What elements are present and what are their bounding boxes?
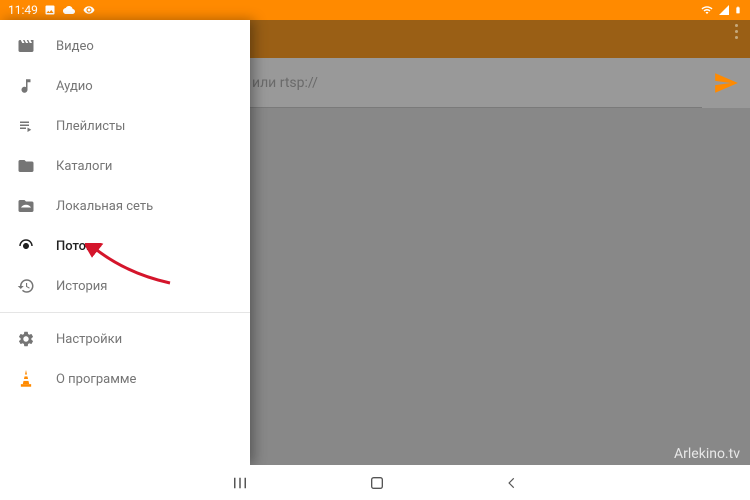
back-icon <box>505 474 519 492</box>
folder-icon <box>16 157 36 175</box>
stream-icon <box>16 237 36 255</box>
drawer-item-playlists[interactable]: Плейлисты <box>0 106 250 146</box>
settings-icon <box>16 330 36 348</box>
back-button[interactable] <box>505 474 519 492</box>
drawer-item-label: Плейлисты <box>56 119 125 134</box>
status-time: 11:49 <box>8 3 38 17</box>
drawer-item-video[interactable]: Видео <box>0 26 250 66</box>
vlc-cone-icon <box>16 370 36 388</box>
navigation-drawer: Видео Аудио Плейлисты Каталоги <box>0 20 250 465</box>
home-icon <box>369 475 385 491</box>
battery-icon <box>734 3 742 17</box>
cloud-icon <box>62 4 76 16</box>
drawer-item-history[interactable]: История <box>0 266 250 306</box>
home-button[interactable] <box>369 475 385 491</box>
drawer-item-audio[interactable]: Аудио <box>0 66 250 106</box>
history-icon <box>16 277 36 295</box>
drawer-item-label: О программе <box>56 372 136 387</box>
drawer-item-label: Локальная сеть <box>56 199 153 214</box>
drawer-item-about[interactable]: О программе <box>0 359 250 399</box>
overflow-menu-button[interactable] <box>735 24 738 39</box>
drawer-divider <box>0 312 250 313</box>
wifi-icon <box>700 4 714 16</box>
playlist-icon <box>16 117 36 135</box>
drawer-item-label: Каталоги <box>56 159 112 174</box>
music-icon <box>16 77 36 95</box>
play-stream-button[interactable] <box>702 59 750 107</box>
drawer-item-settings[interactable]: Настройки <box>0 319 250 359</box>
drawer-item-label: Видео <box>56 39 94 54</box>
drawer-item-local-network[interactable]: Локальная сеть <box>0 186 250 226</box>
drawer-item-label: История <box>56 279 107 294</box>
drawer-item-label: Поток <box>56 239 93 254</box>
status-bar: 11:49 <box>0 0 750 20</box>
stream-placeholder: или rtsp:// <box>252 75 318 91</box>
eye-icon <box>82 4 96 16</box>
drawer-item-directories[interactable]: Каталоги <box>0 146 250 186</box>
drawer-item-stream[interactable]: Поток <box>0 226 250 266</box>
watermark: Arlekino.tv <box>674 446 740 462</box>
send-icon <box>713 70 739 96</box>
photo-icon <box>44 4 56 16</box>
signal-icon <box>718 4 730 16</box>
network-folder-icon <box>16 197 36 215</box>
android-nav-bar <box>0 465 750 500</box>
recents-button[interactable] <box>231 474 249 492</box>
recents-icon <box>231 474 249 492</box>
video-icon <box>16 37 36 55</box>
drawer-item-label: Аудио <box>56 79 93 94</box>
drawer-item-label: Настройки <box>56 332 122 347</box>
